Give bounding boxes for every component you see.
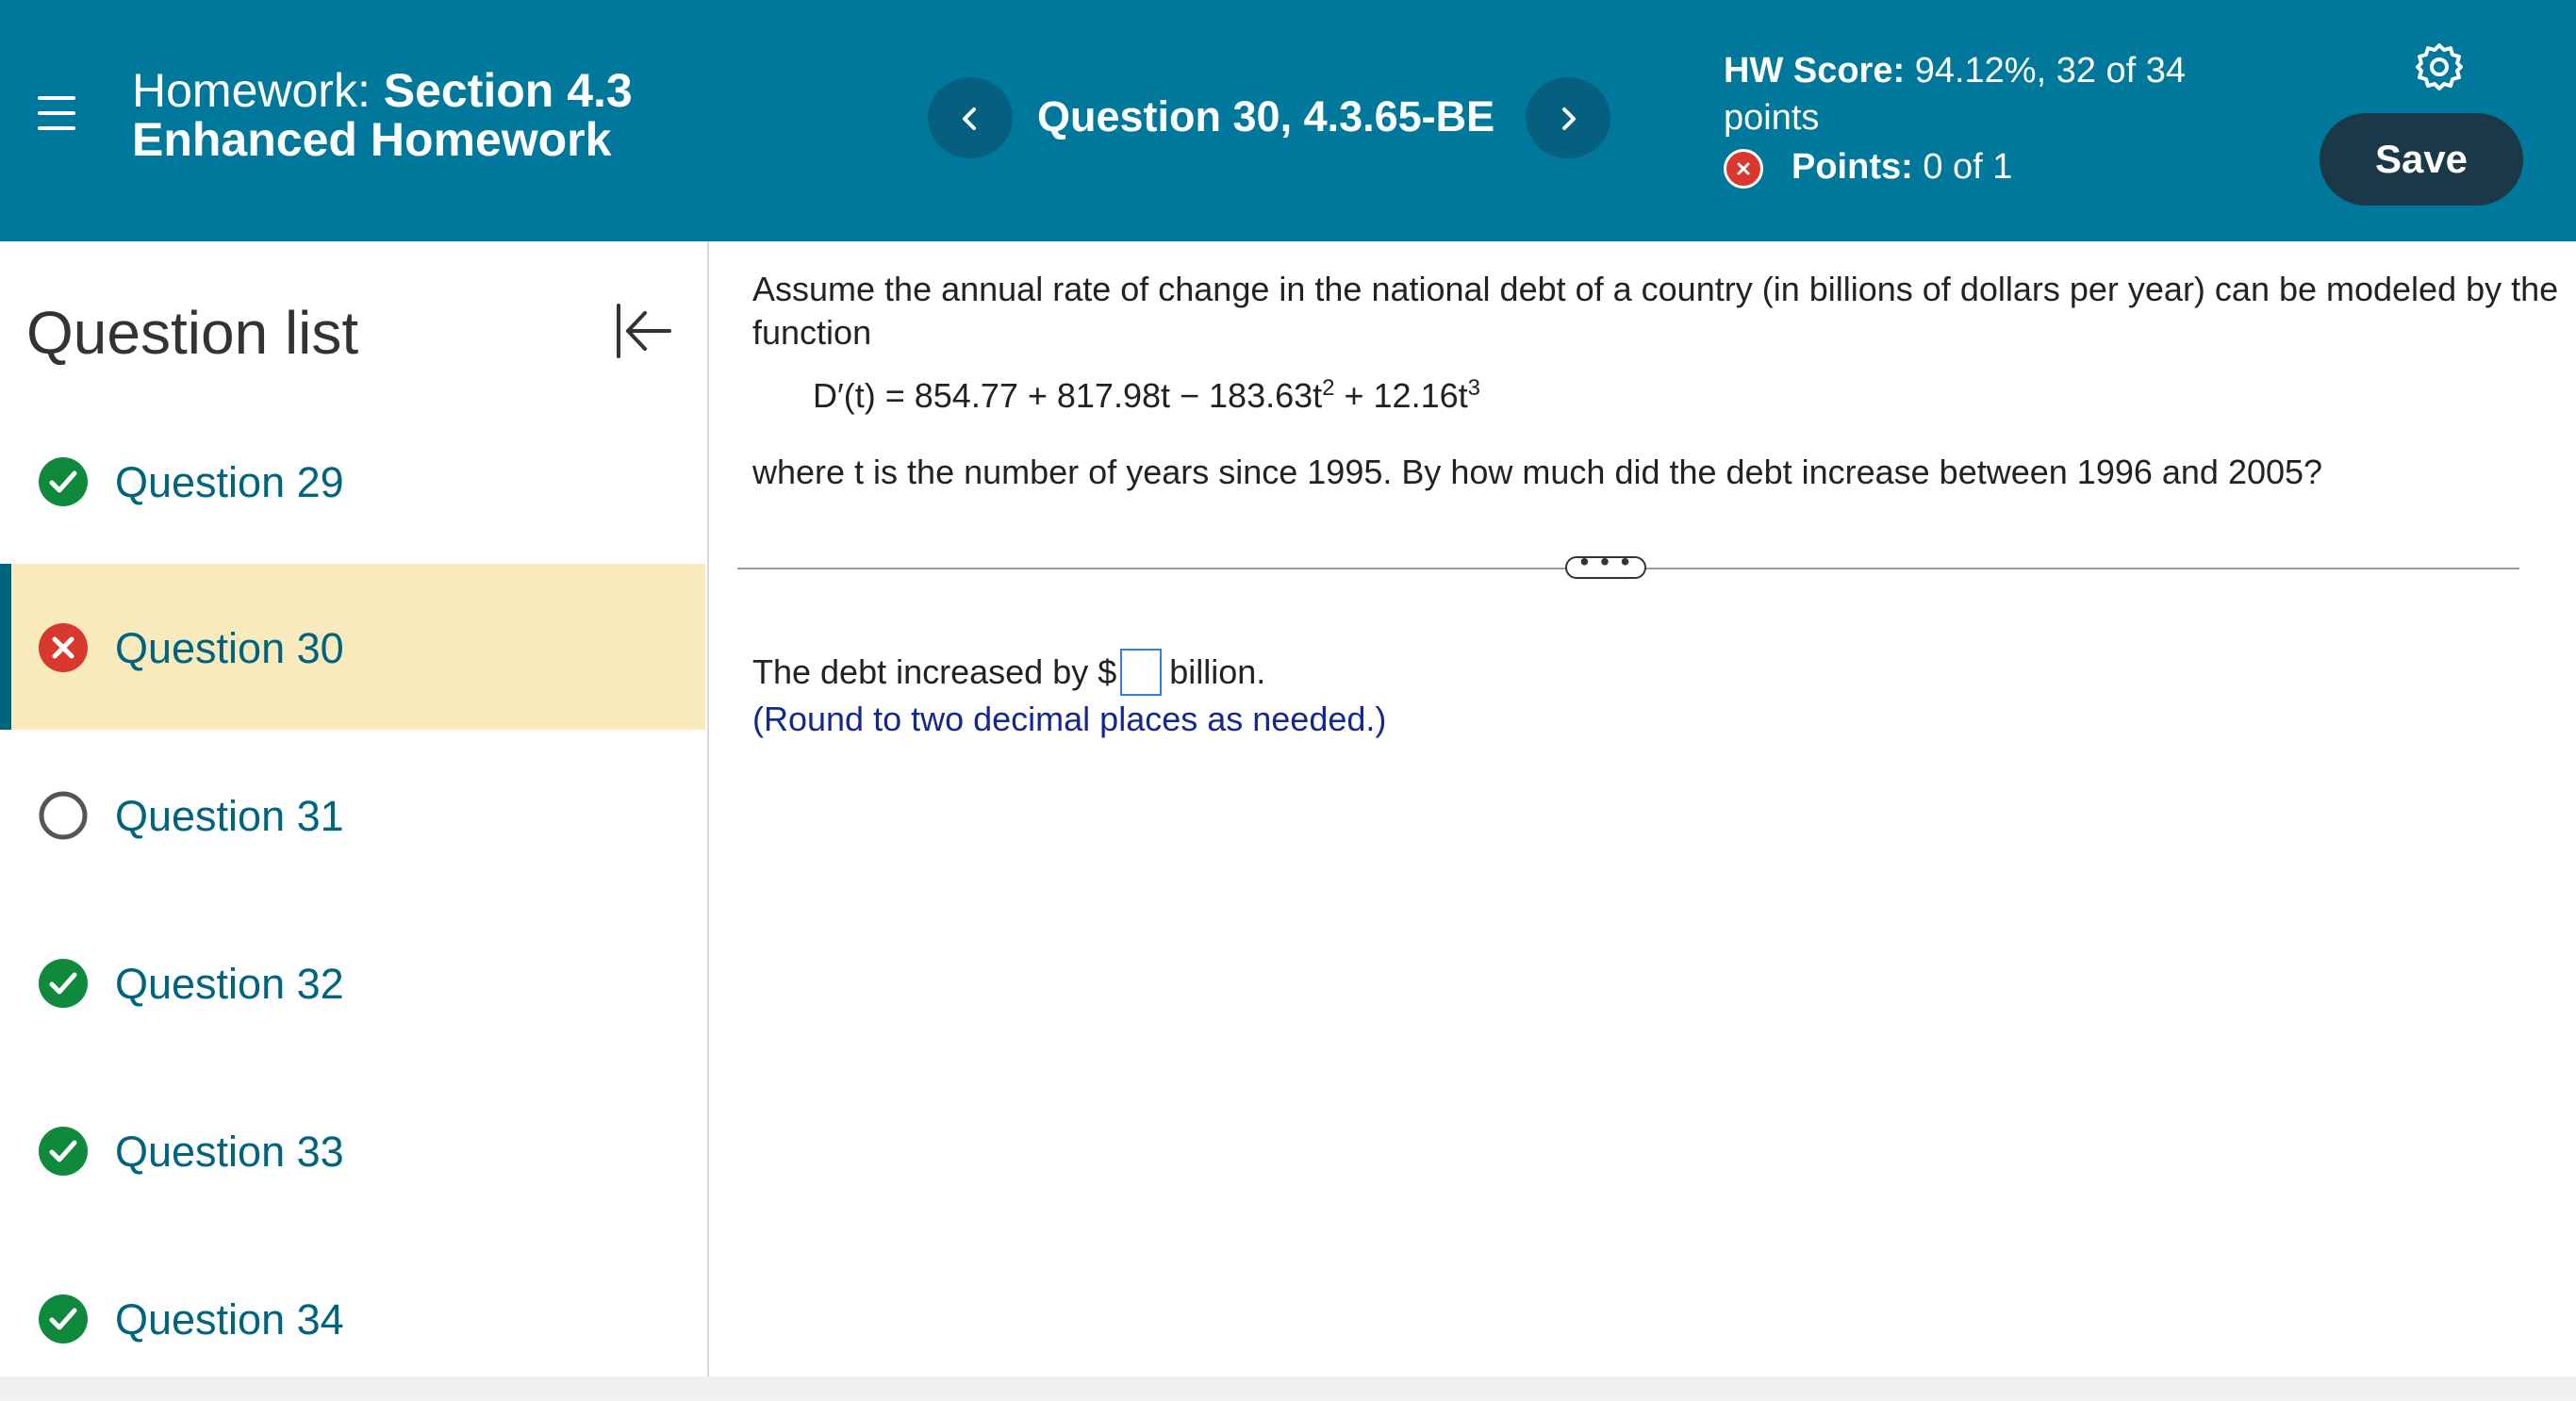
formula-exponent-2: 3 xyxy=(1467,375,1480,401)
x-icon xyxy=(39,623,88,672)
formula-part-1: D′(t) = 854.77 + 817.98t − 183.63t xyxy=(813,376,1323,415)
collapse-panel-icon[interactable] xyxy=(613,300,675,362)
question-item-31[interactable]: Question 31 xyxy=(0,732,705,898)
homework-name: Enhanced Homework xyxy=(132,113,612,166)
check-icon xyxy=(39,1294,88,1343)
question-item-label: Question 34 xyxy=(115,1295,344,1343)
bottom-strip xyxy=(0,1376,2576,1398)
question-item-30[interactable]: Question 30 xyxy=(0,564,705,730)
question-item-33[interactable]: Question 33 xyxy=(0,1067,705,1233)
question-item-32[interactable]: Question 32 xyxy=(0,899,705,1065)
hw-score-label: HW Score: xyxy=(1724,51,1906,91)
gear-icon[interactable] xyxy=(2414,41,2465,92)
answer-line: The debt increased by $ billion. xyxy=(752,649,1265,696)
empty-circle-icon xyxy=(39,791,88,840)
score-block: HW Score: 94.12%, 32 of 34 points Points… xyxy=(1724,47,2252,190)
menu-icon[interactable] xyxy=(36,92,79,136)
hw-score: HW Score: 94.12%, 32 of 34 points xyxy=(1724,47,2252,141)
question-text: where t is the number of years since 199… xyxy=(752,453,2323,491)
chevron-left-icon xyxy=(963,107,976,130)
next-question-button[interactable] xyxy=(1526,77,1610,158)
question-item-label: Question 29 xyxy=(115,458,344,506)
previous-question-button[interactable] xyxy=(928,77,1013,158)
question-intro: Assume the annual rate of change in the … xyxy=(752,270,2559,352)
chevron-right-icon xyxy=(1562,107,1576,130)
answer-suffix: billion. xyxy=(1169,652,1266,691)
x-icon xyxy=(1724,149,1763,189)
points-label: Points: xyxy=(1792,147,1913,187)
question-panel: Assume the annual rate of change in the … xyxy=(709,241,2576,1376)
formula: D′(t) = 854.77 + 817.98t − 183.63t2 + 12… xyxy=(813,375,1480,416)
formula-part-2: + 12.16t xyxy=(1334,376,1468,415)
question-list-title: Question list xyxy=(26,299,359,367)
save-button[interactable]: Save xyxy=(2320,113,2523,206)
question-title: Question 30, 4.3.65-BE xyxy=(1037,92,1495,140)
question-item-label: Question 33 xyxy=(115,1128,344,1176)
rounding-hint: (Round to two decimal places as needed.) xyxy=(752,700,1387,738)
check-icon xyxy=(39,959,88,1008)
homework-title: Homework: Section 4.3 Enhanced Homework xyxy=(132,66,633,164)
formula-exponent-1: 2 xyxy=(1322,375,1335,401)
homework-prefix: Homework: xyxy=(132,64,371,117)
top-bar: Homework: Section 4.3 Enhanced Homework … xyxy=(0,0,2576,241)
question-item-label: Question 30 xyxy=(115,624,344,672)
more-options-button[interactable]: • • • xyxy=(1565,549,1646,579)
points-value: 0 of 1 xyxy=(1923,147,2013,187)
check-icon xyxy=(39,1127,88,1176)
answer-input[interactable] xyxy=(1120,649,1163,696)
question-item-29[interactable]: Question 29 xyxy=(0,398,705,564)
answer-prefix: The debt increased by $ xyxy=(752,652,1117,691)
question-item-label: Question 32 xyxy=(115,960,344,1008)
question-list-panel: Question list Question 29 Question 30 Qu… xyxy=(0,241,709,1376)
homework-section: Section 4.3 xyxy=(383,64,633,117)
check-icon xyxy=(39,457,88,506)
question-item-label: Question 31 xyxy=(115,792,344,840)
points-line: Points: 0 of 1 xyxy=(1724,143,2252,190)
